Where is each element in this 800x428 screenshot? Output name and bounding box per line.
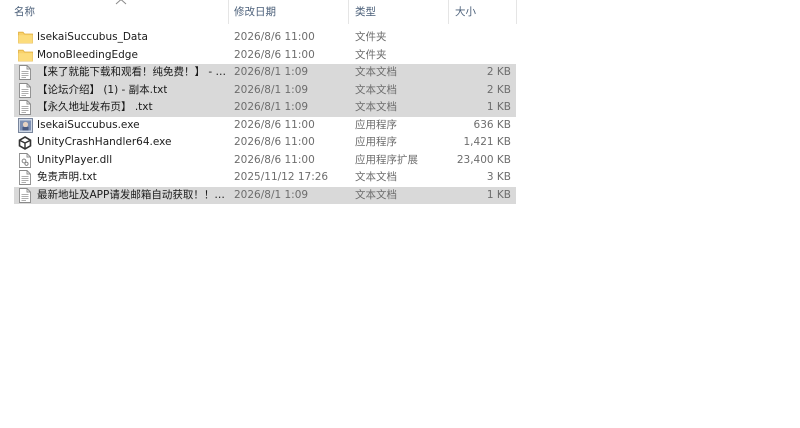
file-modified-date: 2026/8/6 11:00	[234, 153, 315, 166]
file-name-cell[interactable]: 免责声明.txt	[14, 169, 230, 187]
file-modified-date: 2026/8/6 11:00	[234, 118, 315, 131]
file-row[interactable]: 最新地址及APP请发邮箱自动获取！！！... 2026/8/1 1:09 文本文档 1…	[14, 186, 516, 205]
folder-icon	[17, 47, 33, 63]
file-modified-date: 2026/8/1 1:09	[234, 83, 309, 96]
file-size: 1,421 KB	[463, 136, 512, 148]
file-name-cell[interactable]: UnityCrashHandler64.exe	[14, 134, 230, 152]
file-name: 免责声明.txt	[37, 171, 97, 183]
folder-icon	[17, 30, 33, 46]
file-size	[451, 47, 511, 65]
file-size: 1 KB	[486, 101, 511, 113]
column-header: 名称 修改日期 类型 大小	[0, 0, 800, 24]
file-size: 636 KB	[473, 118, 511, 131]
file-type: 文本文档	[355, 66, 397, 78]
file-row[interactable]: 【论坛介绍】 (1) - 副本.txt 2026/8/1 1:09 文本文档 2 KB	[14, 81, 516, 100]
file-type: 文本文档	[355, 101, 397, 113]
file-size: 23,400 KB	[456, 153, 511, 166]
file-name: IsekaiSuccubus_Data	[37, 31, 148, 43]
file-modified-date: 2026/8/1 1:09	[234, 101, 309, 113]
file-name: 【永久地址发布页】 .txt	[37, 101, 153, 113]
file-name: MonoBleedingEdge	[37, 48, 138, 61]
file-name: IsekaiSuccubus.exe	[37, 118, 140, 131]
unity-icon	[17, 135, 33, 151]
sort-ascending-icon	[115, 0, 127, 5]
file-type: 文本文档	[355, 83, 397, 96]
file-size: 2 KB	[486, 66, 511, 78]
app-exe-icon	[17, 117, 33, 133]
file-name-cell[interactable]: IsekaiSuccubus_Data	[14, 29, 230, 47]
file-name: UnityCrashHandler64.exe	[37, 136, 172, 148]
file-row[interactable]: IsekaiSuccubus.exe 2026/8/6 11:00 应用程序 636 …	[14, 117, 516, 135]
file-row[interactable]: 【来了就能下载和观看！纯免费！】 - 副... 2026/8/1 1:09 文本文档…	[14, 64, 516, 82]
text-file-icon	[17, 187, 33, 203]
file-type: 文本文档	[355, 188, 397, 201]
text-file-icon	[17, 82, 33, 98]
dll-file-icon	[17, 152, 33, 168]
file-row[interactable]: 免责声明.txt 2025/11/12 17:26 文本文档 3 KB	[14, 169, 516, 187]
file-row[interactable]: IsekaiSuccubus_Data 2026/8/6 11:00 文件夹	[14, 29, 516, 47]
text-file-icon	[17, 65, 33, 81]
file-name-cell[interactable]: 【来了就能下载和观看！纯免费！】 - 副...	[14, 64, 230, 82]
file-type: 文件夹	[355, 48, 387, 61]
file-name: UnityPlayer.dll	[37, 153, 113, 166]
file-name-cell[interactable]: 【永久地址发布页】 .txt	[14, 99, 230, 117]
text-file-icon	[17, 100, 33, 116]
file-size: 3 KB	[486, 171, 511, 183]
file-modified-date: 2026/8/6 11:00	[234, 48, 315, 61]
file-type: 应用程序扩展	[355, 153, 418, 166]
file-type: 文本文档	[355, 171, 397, 183]
file-row[interactable]: MonoBleedingEdge 2026/8/6 11:00 文件夹	[14, 47, 516, 65]
file-list: IsekaiSuccubus_Data 2026/8/6 11:00 文件夹 Mon…	[14, 29, 516, 204]
column-header-modified[interactable]: 修改日期	[229, 0, 349, 24]
file-row[interactable]: UnityPlayer.dll 2026/8/6 11:00 应用程序扩展 23,40…	[14, 152, 516, 170]
file-type: 应用程序	[355, 136, 397, 148]
file-name-cell[interactable]: IsekaiSuccubus.exe	[14, 117, 230, 135]
column-header-size[interactable]: 大小	[449, 0, 517, 24]
text-file-icon	[17, 170, 33, 186]
file-modified-date: 2026/8/1 1:09	[234, 66, 309, 78]
file-name: 最新地址及APP请发邮箱自动获取！！！...	[37, 188, 230, 201]
file-modified-date: 2026/8/6 11:00	[234, 136, 315, 148]
file-modified-date: 2026/8/1 1:09	[234, 188, 309, 201]
file-row[interactable]: UnityCrashHandler64.exe 2026/8/6 11:00 应用程…	[14, 134, 516, 152]
file-size: 2 KB	[486, 83, 511, 96]
column-header-type[interactable]: 类型	[349, 0, 449, 24]
file-name: 【论坛介绍】 (1) - 副本.txt	[37, 83, 168, 96]
file-modified-date: 2025/11/12 17:26	[234, 171, 329, 183]
file-name-cell[interactable]: UnityPlayer.dll	[14, 152, 230, 170]
file-name-cell[interactable]: 【论坛介绍】 (1) - 副本.txt	[14, 82, 230, 100]
file-row[interactable]: 【永久地址发布页】 .txt 2026/8/1 1:09 文本文档 1 KB	[14, 99, 516, 117]
file-name-cell[interactable]: MonoBleedingEdge	[14, 47, 230, 65]
file-name-cell[interactable]: 最新地址及APP请发邮箱自动获取！！！...	[14, 187, 230, 205]
file-modified-date: 2026/8/6 11:00	[234, 31, 315, 43]
file-size	[451, 29, 511, 47]
file-name: 【来了就能下载和观看！纯免费！】 - 副...	[37, 66, 230, 78]
file-size: 1 KB	[486, 188, 511, 201]
file-type: 应用程序	[355, 118, 397, 131]
file-type: 文件夹	[355, 31, 387, 43]
